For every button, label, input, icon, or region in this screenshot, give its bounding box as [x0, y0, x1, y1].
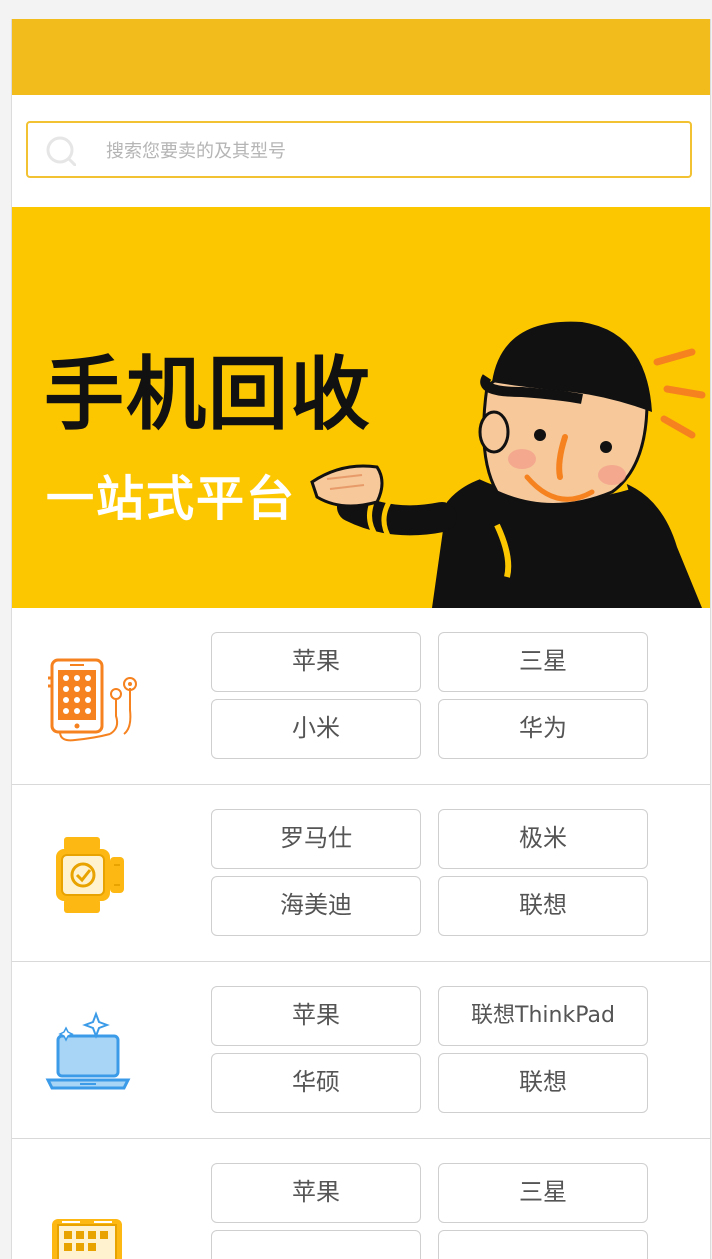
category-phones: 苹果 三星 小米 华为 [12, 608, 710, 785]
category-tablets: 苹果 三星 [12, 1139, 710, 1259]
search-section [12, 95, 710, 207]
promo-banner[interactable]: 手机回收 一站式平台 [12, 207, 710, 608]
brand-button[interactable]: 三星 [438, 1163, 648, 1223]
brand-button[interactable]: 极米 [438, 809, 648, 869]
brand-button[interactable]: 华硕 [211, 1053, 421, 1113]
category-laptops: 苹果 联想ThinkPad 华硕 联想 [12, 962, 710, 1139]
search-icon [46, 136, 76, 166]
brand-button[interactable]: 罗马仕 [211, 809, 421, 869]
laptop-icon[interactable] [40, 1002, 140, 1102]
brand-button[interactable]: 联想 [438, 876, 648, 936]
brand-button[interactable]: 苹果 [211, 986, 421, 1046]
top-bar [12, 19, 710, 95]
mascot-illustration [310, 321, 706, 608]
brand-button[interactable]: 苹果 [211, 632, 421, 692]
brand-button[interactable]: 三星 [438, 632, 648, 692]
brand-button[interactable]: 海美迪 [211, 876, 421, 936]
banner-subtitle: 一站式平台 [46, 471, 297, 527]
smartwatch-icon[interactable] [40, 825, 140, 925]
brand-button[interactable]: 联想ThinkPad [438, 986, 648, 1046]
brand-button[interactable]: 华为 [438, 699, 648, 759]
tablet-icon[interactable] [40, 1179, 140, 1259]
brand-button[interactable] [211, 1230, 421, 1259]
brand-button[interactable]: 苹果 [211, 1163, 421, 1223]
phone-icon[interactable] [40, 648, 140, 748]
category-wearables: 罗马仕 极米 海美迪 联想 [12, 785, 710, 962]
search-box[interactable] [26, 121, 692, 178]
brand-button[interactable]: 小米 [211, 699, 421, 759]
search-input[interactable] [104, 133, 668, 169]
app-frame: 手机回收 一站式平台 [11, 19, 711, 1259]
brand-button[interactable]: 联想 [438, 1053, 648, 1113]
brand-button[interactable] [438, 1230, 648, 1259]
